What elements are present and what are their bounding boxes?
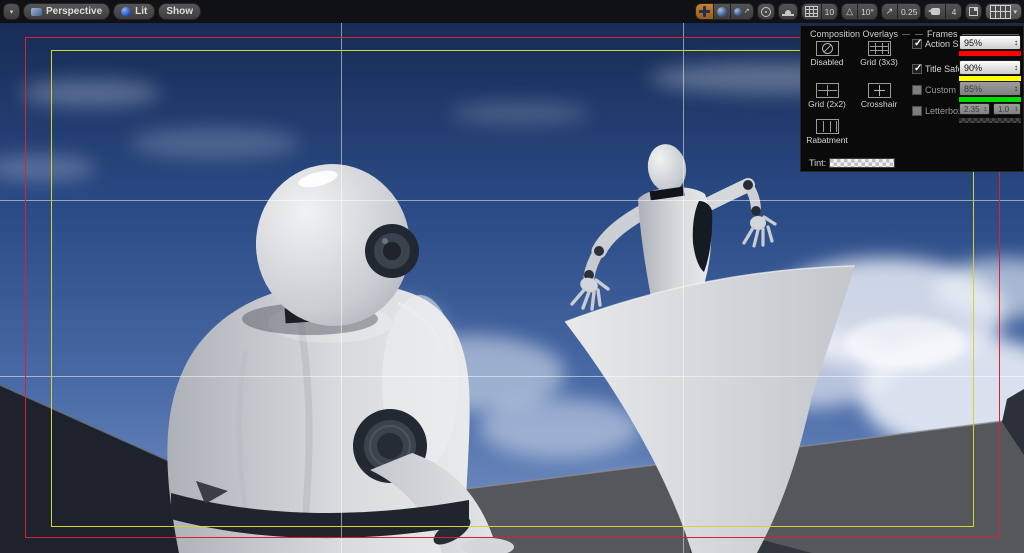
tint-label: Tint: <box>809 158 827 168</box>
perspective-label: Perspective <box>46 6 103 17</box>
scale-snap-toggle[interactable]: ↗ <box>880 3 898 20</box>
maximize-icon <box>969 7 979 16</box>
maximize-viewport-button[interactable] <box>965 3 983 20</box>
custom-safe-value-field[interactable]: 85% ↕ <box>959 81 1021 96</box>
letterbox-mask-bar <box>959 118 1021 123</box>
lit-button[interactable]: Lit <box>113 3 156 20</box>
rotate-sphere-icon <box>716 6 727 17</box>
grid-2x2-icon <box>817 85 837 96</box>
perspective-button[interactable]: Perspective <box>23 3 111 20</box>
caret-down-icon: ▾ <box>9 8 14 16</box>
coordinate-system-button[interactable] <box>756 3 775 20</box>
grid-snap-icon <box>804 6 818 17</box>
spinner-icon: ↕ <box>1014 105 1019 113</box>
letterbox-ratio-y-field[interactable]: 1.0 ↕ <box>993 103 1021 115</box>
translate-tool-button[interactable] <box>694 3 714 20</box>
tint-color-slider[interactable] <box>829 158 895 168</box>
perspective-icon <box>31 7 42 16</box>
lit-label: Lit <box>135 6 148 17</box>
spinner-icon: ↕ <box>1014 84 1018 93</box>
rotation-snap-toggle[interactable]: △ <box>841 3 859 20</box>
viewport-options-button[interactable]: ▾ <box>3 3 20 20</box>
custom-safe-color-bar <box>959 97 1021 102</box>
lit-mode-icon <box>121 6 132 17</box>
action-safe-checkbox[interactable]: ✓ <box>912 38 922 49</box>
crosshair-icon <box>873 85 886 96</box>
scale-sphere-icon <box>733 7 742 16</box>
show-label: Show <box>166 6 194 17</box>
letterbox-ratio-x-field[interactable]: 2.35 ↕ <box>959 103 990 115</box>
overlays-section-header: Composition Overlays <box>806 29 910 39</box>
title-safe-value-field[interactable]: 90% ↕ <box>959 60 1021 75</box>
show-button[interactable]: Show <box>158 3 202 20</box>
letterbox-mask-checkbox[interactable] <box>912 106 922 116</box>
editor-window: ▾ Perspective Lit Show ↗ 10 △ 10° ↗ 0.25… <box>0 0 1024 553</box>
globe-icon <box>760 6 771 17</box>
grid-3x3-icon <box>869 43 889 54</box>
viewport-toolbar: ▾ Perspective Lit Show ↗ 10 △ 10° ↗ 0.25… <box>0 0 1024 23</box>
camera-speed-button[interactable] <box>924 3 947 20</box>
grid-snap-value[interactable]: 10 <box>820 3 839 20</box>
overlay-grid-icon <box>990 4 1012 19</box>
custom-safe-checkbox[interactable] <box>912 85 922 95</box>
overlay-crosshair-button[interactable]: Crosshair <box>853 83 905 109</box>
scale-snap-value[interactable]: 0.25 <box>896 3 922 20</box>
rotate-tool-button[interactable] <box>712 3 731 20</box>
title-safe-label: Title Safe <box>925 64 963 74</box>
action-safe-color-bar <box>959 51 1021 56</box>
composition-overlays-dropdown-button[interactable]: ▾ <box>985 3 1022 20</box>
composition-overlays-panel: Composition Overlays Frames Disabled Gri… <box>800 25 1024 172</box>
move-gizmo-icon <box>698 6 710 17</box>
camera-speed-value[interactable]: 4 <box>945 3 963 20</box>
arrow-ne-icon: ↗ <box>743 8 750 15</box>
camera-icon <box>928 7 942 16</box>
grid-snap-toggle[interactable] <box>800 3 822 20</box>
scale-tool-button[interactable]: ↗ <box>729 3 754 20</box>
action-safe-value-field[interactable]: 95% ↕ <box>959 35 1021 50</box>
rotation-snap-icon: △ <box>846 6 854 16</box>
surface-snapping-button[interactable] <box>777 3 798 20</box>
spinner-icon: ↕ <box>1014 38 1018 47</box>
caret-down-icon: ▾ <box>1013 8 1017 16</box>
overlay-rabatment-button[interactable]: Rabatment <box>801 119 853 145</box>
scale-snap-icon: ↗ <box>885 6 894 16</box>
spinner-icon: ↕ <box>1014 63 1018 72</box>
rabatment-icon <box>817 121 837 132</box>
overlay-grid3x3-button[interactable]: Grid (3x3) <box>853 41 905 67</box>
spinner-icon: ↕ <box>983 105 988 113</box>
disabled-icon <box>821 43 833 54</box>
rotation-snap-value[interactable]: 10° <box>857 3 878 20</box>
surface-snap-icon <box>781 7 794 17</box>
title-safe-checkbox[interactable]: ✓ <box>912 63 922 74</box>
overlay-disabled-button[interactable]: Disabled <box>801 41 853 67</box>
overlay-grid2x2-button[interactable]: Grid (2x2) <box>801 83 853 109</box>
